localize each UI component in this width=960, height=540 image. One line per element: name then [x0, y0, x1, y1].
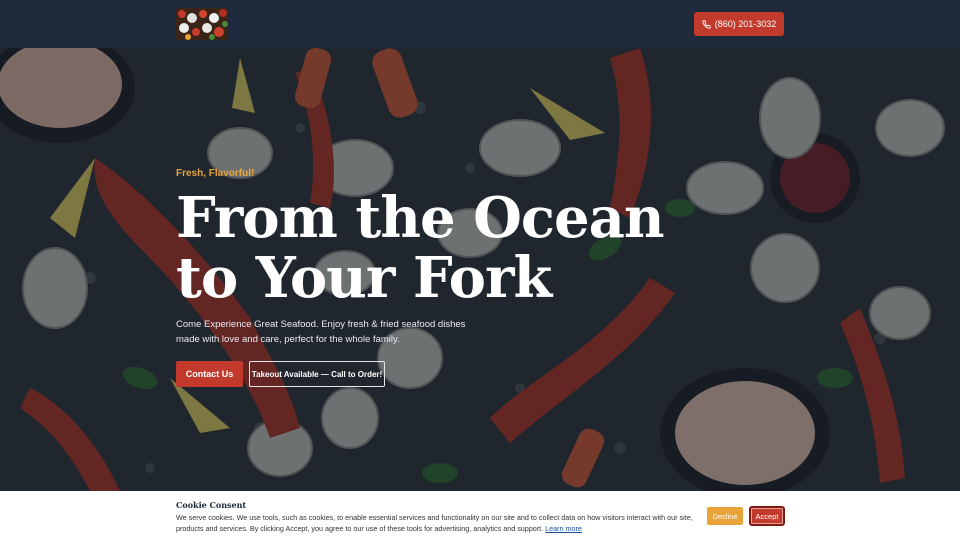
- cookie-consent-banner: Cookie Consent We serve cookies. We use …: [0, 491, 960, 540]
- cookie-consent-body: We serve cookies. We use tools, such as …: [176, 513, 693, 533]
- hero-content: Fresh, Flavorful! From the Ocean to Your…: [176, 48, 696, 491]
- contact-us-button[interactable]: Contact Us: [176, 361, 243, 387]
- hero-title: From the Ocean to Your Fork: [176, 185, 665, 311]
- cookie-consent-text: We serve cookies. We use tools, such as …: [176, 512, 696, 534]
- learn-more-link[interactable]: Learn more: [545, 524, 582, 533]
- site-header: (860) 201-3032: [0, 0, 960, 48]
- phone-icon: [702, 19, 711, 29]
- hero-section: Fresh, Flavorful! From the Ocean to Your…: [0, 48, 960, 491]
- hero-description: Come Experience Great Seafood. Enjoy fre…: [176, 319, 466, 345]
- phone-number-label: (860) 201-3032: [714, 19, 777, 29]
- hero-title-line1: From the Ocean: [176, 185, 665, 251]
- phone-call-button[interactable]: (860) 201-3032: [694, 12, 784, 36]
- restaurant-logo[interactable]: [176, 8, 228, 40]
- cookie-consent-title: Cookie Consent: [176, 500, 247, 510]
- hero-tagline: Fresh, Flavorful!: [176, 168, 255, 179]
- hero-title-line2: to Your Fork: [176, 245, 552, 311]
- accept-button[interactable]: Accept: [749, 506, 785, 526]
- takeout-call-button[interactable]: Takeout Available — Call to Order!: [249, 361, 385, 387]
- decline-button[interactable]: Decline: [707, 507, 743, 525]
